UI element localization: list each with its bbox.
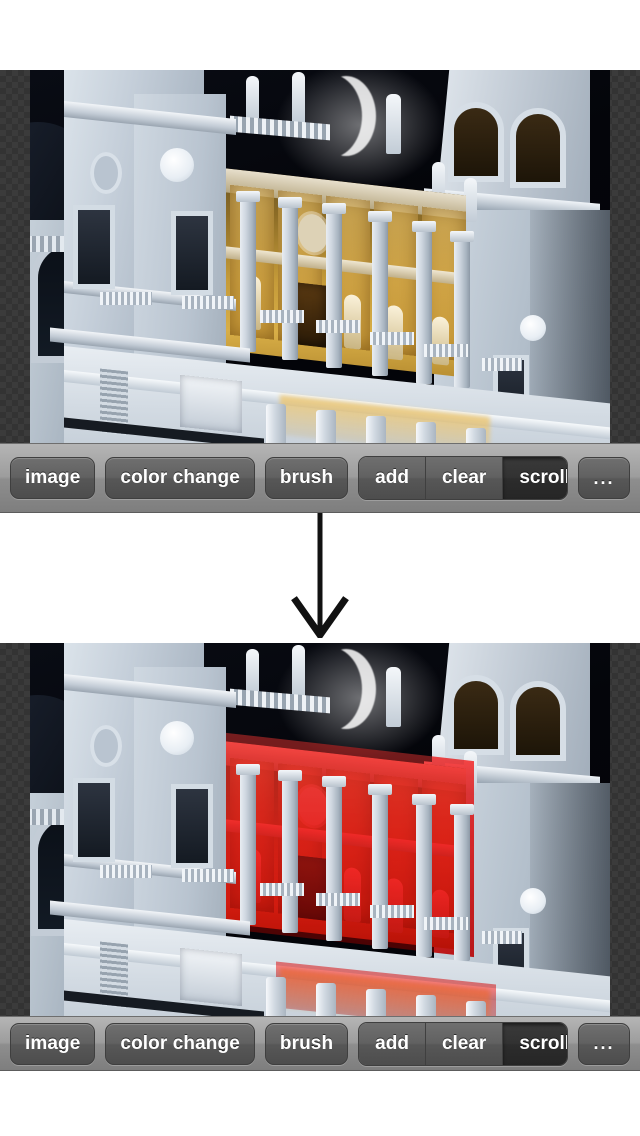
bottom-toolbar-before: image color change brush add clear scrol…: [0, 443, 640, 513]
brush-button[interactable]: brush: [264, 457, 349, 499]
image-button[interactable]: image: [10, 1022, 96, 1065]
roof-statue: [292, 645, 305, 697]
segment-add[interactable]: add: [359, 457, 426, 499]
image-button[interactable]: image: [10, 457, 96, 499]
column: [412, 794, 436, 957]
balcony-rail: [370, 332, 414, 345]
column: [368, 784, 392, 949]
column: [278, 770, 302, 933]
lower-column: [416, 422, 436, 443]
balcony-rail: [260, 883, 304, 896]
before-screenshot-panel: image color change brush add clear scrol…: [0, 70, 640, 513]
cathedral-photo-before[interactable]: [30, 70, 610, 443]
moon-icon: [316, 649, 376, 729]
balcony-rail: [100, 292, 152, 305]
tower-niche: [176, 789, 208, 863]
balcony-rail: [424, 344, 468, 357]
balcony-rail: [482, 358, 522, 371]
column: [236, 191, 260, 352]
bottom-margin: [0, 1071, 640, 1136]
down-arrow-icon: [291, 513, 349, 638]
tower-lamp: [160, 721, 194, 755]
stone-relief: [180, 947, 242, 1007]
color-change-button[interactable]: color change: [105, 1022, 255, 1065]
balcony-rail: [370, 905, 414, 918]
segment-clear[interactable]: clear: [425, 457, 504, 499]
after-screenshot-panel: image color change brush add clear scrol…: [0, 643, 640, 1071]
mode-segmented-control[interactable]: add clear scroll: [358, 1021, 568, 1066]
lower-column: [466, 1001, 486, 1016]
tower-lamp: [520, 315, 546, 341]
lower-column: [466, 428, 486, 443]
roof-statue: [386, 667, 401, 727]
bottom-toolbar-after: image color change brush add clear scrol…: [0, 1016, 640, 1071]
top-margin: [0, 0, 640, 70]
segment-scroll[interactable]: scroll: [503, 457, 568, 499]
mode-segmented-control[interactable]: add clear scroll: [358, 456, 568, 500]
tower-niche: [78, 210, 110, 284]
tower-oculus: [90, 725, 122, 767]
roof-statue: [292, 72, 305, 124]
roof-statue: [246, 76, 259, 122]
balcony-rail: [424, 917, 468, 930]
segment-scroll[interactable]: scroll: [503, 1022, 568, 1065]
roof-statue: [386, 94, 401, 154]
tower-niche: [78, 783, 110, 857]
column: [368, 211, 392, 376]
tower-lamp: [160, 148, 194, 182]
tower-oculus: [90, 152, 122, 194]
moon-icon: [316, 76, 376, 156]
balcony-rail: [260, 310, 304, 323]
balcony-rail: [182, 869, 234, 882]
lower-column: [316, 410, 336, 443]
column: [450, 231, 474, 388]
lower-column: [416, 995, 436, 1016]
balcony-rail: [316, 320, 360, 333]
segment-clear[interactable]: clear: [425, 1022, 504, 1065]
lower-column: [316, 983, 336, 1016]
lower-column: [266, 404, 286, 443]
cathedral-photo-after[interactable]: [30, 643, 610, 1016]
segment-add[interactable]: add: [359, 1022, 426, 1065]
column: [278, 197, 302, 360]
color-change-button[interactable]: color change: [105, 457, 255, 499]
column: [236, 764, 260, 925]
stone-relief: [180, 374, 242, 434]
lower-column: [366, 416, 386, 443]
balcony-rail: [482, 931, 522, 944]
bell-arch-1: [454, 108, 498, 176]
lower-column: [366, 989, 386, 1016]
column: [322, 776, 346, 941]
tower-lamp: [520, 888, 546, 914]
column: [322, 203, 346, 368]
more-options-button[interactable]: ...: [578, 1022, 630, 1065]
tower-niche: [176, 216, 208, 290]
brush-button[interactable]: brush: [264, 1022, 349, 1065]
image-canvas-after[interactable]: [0, 643, 640, 1016]
bell-arch-2: [516, 114, 560, 182]
balcony-rail: [100, 865, 152, 878]
more-options-button[interactable]: ...: [578, 457, 630, 499]
balcony-rail: [316, 893, 360, 906]
balcony-rail: [182, 296, 234, 309]
bell-arch-2: [516, 687, 560, 755]
column: [450, 804, 474, 961]
roof-statue: [246, 649, 259, 695]
bell-arch-1: [454, 681, 498, 749]
before-after-arrow-area: [0, 513, 640, 643]
column: [412, 221, 436, 384]
lower-column: [266, 977, 286, 1016]
image-canvas-before[interactable]: [0, 70, 640, 443]
